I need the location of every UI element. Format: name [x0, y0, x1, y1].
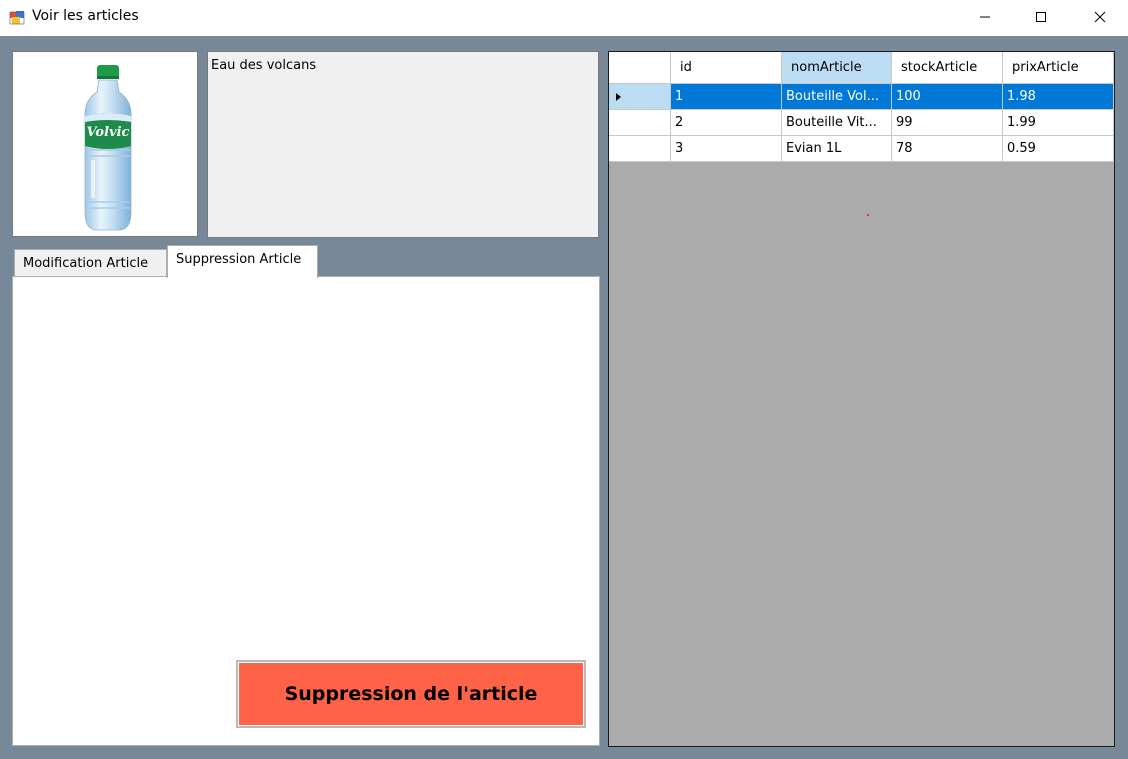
description-textbox[interactable]: Eau des volcans — [207, 51, 599, 238]
minimize-icon — [980, 16, 990, 18]
tab-suppression-article[interactable]: Suppression Article — [167, 245, 318, 278]
column-header-prixarticle[interactable]: prixArticle — [1003, 52, 1114, 84]
column-header-label: nomArticle — [791, 60, 862, 75]
column-header-label: prixArticle — [1012, 60, 1079, 75]
cell-stockarticle[interactable]: 100 — [892, 84, 1003, 110]
cell-nomarticle[interactable]: Evian 1L — [782, 136, 892, 162]
minimize-button[interactable] — [962, 0, 1008, 34]
table-row[interactable]: 2 Bouteille Vit... 99 1.99 — [609, 110, 1114, 136]
tab-label: Modification Article — [23, 256, 149, 271]
row-header[interactable] — [609, 84, 671, 110]
column-header-id[interactable]: id — [671, 52, 782, 84]
cell-id[interactable]: 3 — [671, 136, 782, 162]
row-header-corner[interactable] — [609, 52, 671, 84]
cell-prixarticle[interactable]: 1.99 — [1003, 110, 1114, 136]
tab-label: Suppression Article — [176, 252, 302, 267]
description-text: Eau des volcans — [211, 58, 317, 73]
cell-stockarticle[interactable]: 78 — [892, 136, 1003, 162]
title-bar: Voir les articles — [0, 0, 1128, 36]
grid-header: id nomArticle stockArticle prixArticle — [609, 52, 1114, 84]
cell-id[interactable]: 1 — [671, 84, 782, 110]
close-icon — [1094, 11, 1106, 23]
water-bottle-image: Volvic — [84, 65, 132, 231]
cell-prixarticle[interactable]: 0.59 — [1003, 136, 1114, 162]
cell-nomarticle[interactable]: Bouteille Vit... — [782, 110, 892, 136]
close-button[interactable] — [1077, 0, 1123, 34]
cell-id[interactable]: 2 — [671, 110, 782, 136]
article-picture: Volvic — [12, 51, 198, 237]
maximize-button[interactable] — [1018, 0, 1064, 34]
cell-stockarticle[interactable]: 99 — [892, 110, 1003, 136]
maximize-icon — [1036, 12, 1046, 22]
window-title: Voir les articles — [32, 8, 139, 24]
cell-nomarticle[interactable]: Bouteille Vol... — [782, 84, 892, 110]
column-header-stockarticle[interactable]: stockArticle — [892, 52, 1003, 84]
tab-modification-article[interactable]: Modification Article — [14, 249, 167, 277]
app-icon[interactable] — [9, 9, 25, 25]
bottle-brand-label: Volvic — [87, 125, 130, 140]
cell-prixarticle[interactable]: 1.98 — [1003, 84, 1114, 110]
column-header-label: stockArticle — [901, 60, 978, 75]
table-row[interactable]: 1 Bouteille Vol... 100 1.98 — [609, 84, 1114, 110]
articles-datagrid[interactable]: id nomArticle stockArticle prixArticle 1… — [608, 51, 1115, 747]
table-row[interactable]: 3 Evian 1L 78 0.59 — [609, 136, 1114, 162]
stray-pixel-mark — [867, 214, 869, 216]
row-header[interactable] — [609, 110, 671, 136]
current-row-arrow-icon — [616, 93, 621, 101]
delete-article-button[interactable]: Suppression de l'article — [236, 660, 586, 728]
delete-article-label: Suppression de l'article — [284, 683, 538, 705]
column-header-label: id — [680, 60, 692, 75]
row-header[interactable] — [609, 136, 671, 162]
column-header-nomarticle[interactable]: nomArticle — [782, 52, 892, 84]
